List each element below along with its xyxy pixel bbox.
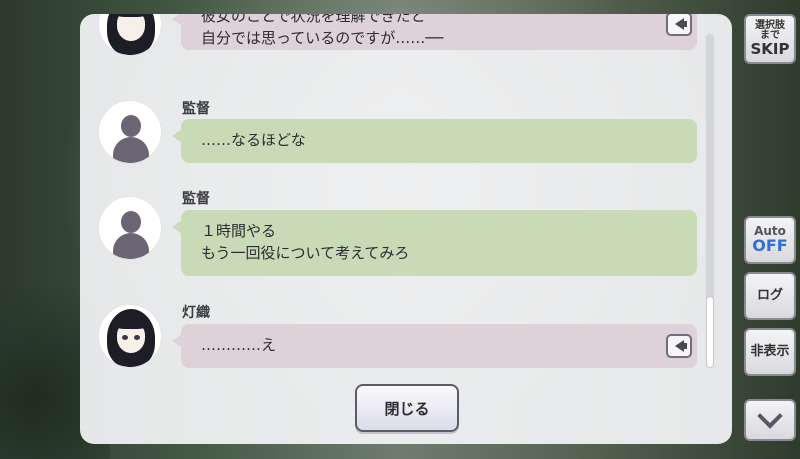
chevron-down-icon [757, 403, 783, 429]
dialogue-bubble: ……なるほどな [172, 119, 697, 163]
silhouette-body [113, 137, 149, 163]
dialogue-bubble: 彼女のことで状況を理解できたと 自分では思っているのですが……── [172, 14, 697, 50]
backlog-panel[interactable]: 彼女のことで状況を理解できたと 自分では思っているのですが……── 監督 ……な… [80, 14, 732, 444]
log-button[interactable]: ログ [744, 272, 796, 320]
avatar-director [98, 196, 162, 260]
dialogue-line: もう一回役について考えてみろ [201, 244, 410, 262]
dialogue-line: …………え [201, 336, 277, 354]
voice-replay-button[interactable] [666, 14, 692, 36]
dialogue-line: １時間やる [201, 222, 277, 240]
auto-toggle-button[interactable]: Auto OFF [744, 216, 796, 264]
avatar-bangs [115, 317, 147, 329]
speaker-name: 監督 [182, 101, 210, 117]
voice-replay-button[interactable] [666, 334, 692, 358]
avatar-director [98, 100, 162, 164]
scrollbar-thumb[interactable] [706, 296, 714, 368]
skip-label-line3: SKIP [750, 39, 790, 58]
log-label: ログ [756, 288, 783, 304]
dialogue-line: 自分では思っているのですが……── [201, 29, 444, 47]
speaker-name: 灯織 [182, 305, 210, 321]
speaker-icon [674, 340, 687, 352]
avatar-eye [134, 335, 140, 340]
speaker-name: 監督 [182, 191, 210, 207]
silhouette-head [121, 211, 141, 233]
close-button[interactable]: 閉じる [355, 384, 459, 432]
dialogue-line: 彼女のことで状況を理解できたと [201, 14, 426, 25]
menu-down-button[interactable] [744, 399, 796, 441]
speaker-icon [674, 18, 687, 30]
dialogue-line: ……なるほどな [201, 131, 306, 149]
silhouette-head [121, 115, 141, 137]
silhouette-body [113, 233, 149, 259]
avatar-eye [122, 335, 128, 340]
dialogue-bubble: …………え [172, 324, 697, 368]
skip-to-choice-button[interactable]: 選択肢 まで SKIP [744, 14, 796, 64]
hide-ui-button[interactable]: 非表示 [744, 328, 796, 376]
dialogue-bubble: １時間やる もう一回役について考えてみろ [172, 210, 697, 276]
auto-state: OFF [752, 235, 788, 255]
avatar-hiori [98, 304, 162, 368]
hide-label: 非表示 [750, 344, 790, 360]
avatar-hiori [98, 14, 162, 56]
scrollbar-track[interactable] [706, 34, 714, 368]
